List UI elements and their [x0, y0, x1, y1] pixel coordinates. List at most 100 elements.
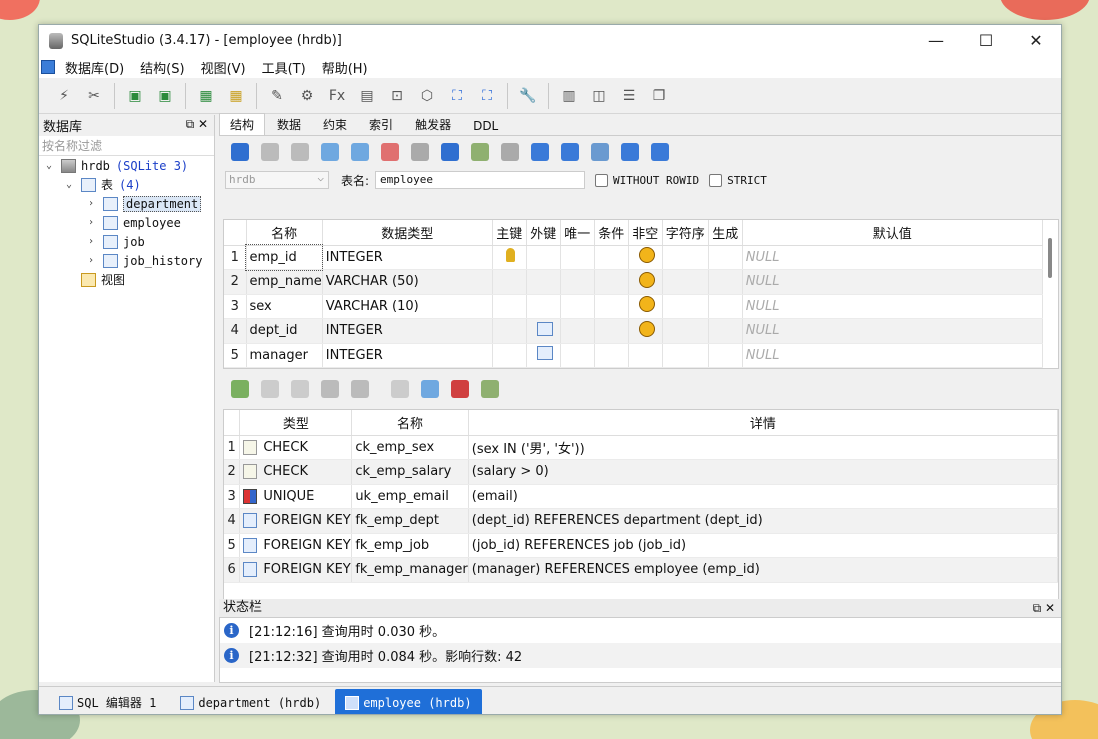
vertical-scrollbar[interactable] — [1048, 238, 1052, 278]
chevron-right-icon[interactable]: › — [85, 255, 97, 266]
constraint-name-cell[interactable]: uk_emp_email — [351, 484, 469, 509]
tree-table-employee[interactable]: › employee — [39, 213, 214, 232]
connect-icon[interactable]: ⚡ — [53, 85, 75, 107]
commit-icon[interactable] — [261, 143, 279, 161]
tile-icon[interactable]: ▥ — [558, 85, 580, 107]
constraint-name-cell[interactable]: fk_emp_dept — [351, 508, 469, 534]
tile-vertical-icon[interactable]: ◫ — [588, 85, 610, 107]
menu-help[interactable]: 帮助(H) — [322, 58, 368, 77]
create-table-icon[interactable]: ▦ — [195, 85, 217, 107]
column-header[interactable]: 字符序 — [662, 220, 709, 246]
cascade-icon[interactable]: ❐ — [648, 85, 670, 107]
add-pk-icon[interactable] — [391, 380, 409, 398]
tree-db-hrdb[interactable]: ⌄ hrdb (SQLite 3) — [39, 156, 214, 175]
table-row[interactable]: 2 CHECK ck_emp_salary (salary > 0) — [224, 459, 1058, 485]
column-name-cell[interactable]: dept_id — [246, 318, 323, 344]
column-header[interactable]: 非空 — [628, 220, 663, 246]
sidebar-float-close-icon[interactable]: ⧉ ✕ — [186, 117, 208, 132]
table-row[interactable]: 1 CHECK ck_emp_sex (sex IN ('男', '女')) — [224, 435, 1058, 460]
menu-database[interactable]: 数据库(D) — [65, 58, 124, 77]
tab-ddl[interactable]: DDL — [463, 117, 508, 135]
create-trigger-icon[interactable]: ⚙ — [296, 85, 318, 107]
table-row[interactable]: 3 sex VARCHAR (10) NULL — [224, 294, 1043, 319]
constraint-detail-cell[interactable]: (email) — [468, 484, 1058, 509]
populate-icon[interactable]: ⛶ — [476, 85, 498, 107]
column-header[interactable]: 唯一 — [560, 220, 595, 246]
tree-table-job-history[interactable]: › job_history — [39, 251, 214, 270]
tab-triggers[interactable]: 触发器 — [405, 114, 461, 135]
column-header[interactable]: 名称 — [246, 220, 323, 246]
column-header[interactable]: 外键 — [526, 220, 561, 246]
export-icon[interactable]: ⛶ — [446, 85, 468, 107]
import-icon[interactable]: ⬡ — [416, 85, 438, 107]
add-database-icon[interactable]: ▣ — [124, 85, 146, 107]
column-header[interactable]: 详情 — [468, 410, 1058, 436]
chevron-right-icon[interactable]: › — [85, 236, 97, 247]
delete-column-icon[interactable] — [381, 143, 399, 161]
menu-view[interactable]: 视图(V) — [201, 58, 246, 77]
table-row[interactable]: 5 manager INTEGER NULL — [224, 343, 1043, 368]
column-type-cell[interactable]: VARCHAR (50) — [322, 269, 493, 295]
tree-table-job[interactable]: › job — [39, 232, 214, 251]
constraint-detail-cell[interactable]: (manager) REFERENCES employee (emp_id) — [468, 557, 1058, 583]
column-type-cell[interactable]: INTEGER — [322, 245, 493, 270]
add-fk-icon[interactable] — [421, 380, 439, 398]
column-name-cell[interactable]: emp_id — [244, 244, 324, 271]
chevron-down-icon[interactable]: ⌄ — [43, 160, 55, 171]
constraint-detail-cell[interactable]: (sex IN ('男', '女')) — [468, 435, 1058, 460]
tab-sql-editor[interactable]: SQL 编辑器 1 — [49, 689, 166, 714]
tree-tables[interactable]: ⌄ 表 (4) — [39, 175, 214, 194]
status-float-close-icon[interactable]: ⧉ ✕ — [1033, 599, 1055, 617]
tree-views[interactable]: 视图 — [39, 270, 214, 289]
column-header[interactable]: 主键 — [492, 220, 527, 246]
delete-constraint-icon[interactable] — [291, 380, 309, 398]
edit-constraint-icon[interactable] — [501, 143, 519, 161]
constraint-detail-cell[interactable]: (salary > 0) — [468, 459, 1058, 485]
constraint-name-cell[interactable]: ck_emp_salary — [351, 459, 469, 485]
chevron-down-icon[interactable]: ⌄ — [63, 179, 75, 190]
tab-data[interactable]: 数据 — [267, 114, 311, 135]
constraint-type-cell[interactable]: UNIQUE — [239, 484, 353, 509]
tile-horizontal-icon[interactable]: ☰ — [618, 85, 640, 107]
constraint-type-cell[interactable]: FOREIGN KEY — [239, 533, 353, 558]
constraint-type-cell[interactable]: CHECK — [239, 435, 353, 460]
table-row[interactable]: 4 FOREIGN KEY fk_emp_dept (dept_id) REFEREN… — [224, 508, 1058, 534]
database-select[interactable]: hrdb — [225, 170, 329, 189]
table-name-input[interactable]: employee — [375, 171, 586, 189]
column-header[interactable]: 默认值 — [742, 220, 1043, 246]
add-column-icon[interactable] — [321, 143, 339, 161]
table-row[interactable]: 6 FOREIGN KEY fk_emp_manager (manager) REFE… — [224, 557, 1058, 583]
table-row[interactable]: 3 UNIQUE uk_emp_email (email) — [224, 484, 1058, 509]
disconnect-icon[interactable]: ✂ — [83, 85, 105, 107]
column-type-cell[interactable]: VARCHAR (10) — [322, 294, 493, 319]
strict-checkbox[interactable]: STRICT — [709, 173, 767, 187]
column-type-cell[interactable]: INTEGER — [322, 318, 493, 344]
table-row[interactable]: 2 emp_name VARCHAR (50) NULL — [224, 269, 1043, 295]
sql-editor-icon[interactable]: ⊡ — [386, 85, 408, 107]
column-name-cell[interactable]: emp_name — [246, 269, 323, 295]
move-up-icon[interactable] — [411, 143, 429, 161]
config-icon[interactable]: 🔧 — [517, 85, 539, 107]
add-constraint-icon[interactable] — [231, 380, 249, 398]
constraint-name-cell[interactable]: ck_emp_sex — [351, 435, 469, 460]
close-button[interactable]: ✕ — [1011, 25, 1061, 56]
rollback-icon[interactable] — [291, 143, 309, 161]
menu-tools[interactable]: 工具(T) — [262, 58, 306, 77]
edit-column-icon[interactable] — [351, 143, 369, 161]
column-header[interactable]: 条件 — [594, 220, 629, 246]
export-icon[interactable] — [531, 143, 549, 161]
constraint-type-cell[interactable]: CHECK — [239, 459, 353, 485]
tree-table-department[interactable]: › department — [39, 194, 214, 213]
chevron-right-icon[interactable]: › — [85, 198, 97, 209]
column-header[interactable]: 类型 — [239, 410, 353, 436]
move-down-icon[interactable] — [351, 380, 369, 398]
tab-indexes[interactable]: 索引 — [359, 114, 403, 135]
move-up-icon[interactable] — [321, 380, 339, 398]
populate-icon[interactable] — [591, 143, 609, 161]
edit-constraint-icon[interactable] — [261, 380, 279, 398]
column-header[interactable]: 生成 — [708, 220, 743, 246]
move-down-icon[interactable] — [441, 143, 459, 161]
without-rowid-checkbox[interactable]: WITHOUT ROWID — [595, 173, 699, 187]
column-header[interactable]: 名称 — [351, 410, 469, 436]
tab-department[interactable]: department (hrdb) — [170, 689, 331, 714]
